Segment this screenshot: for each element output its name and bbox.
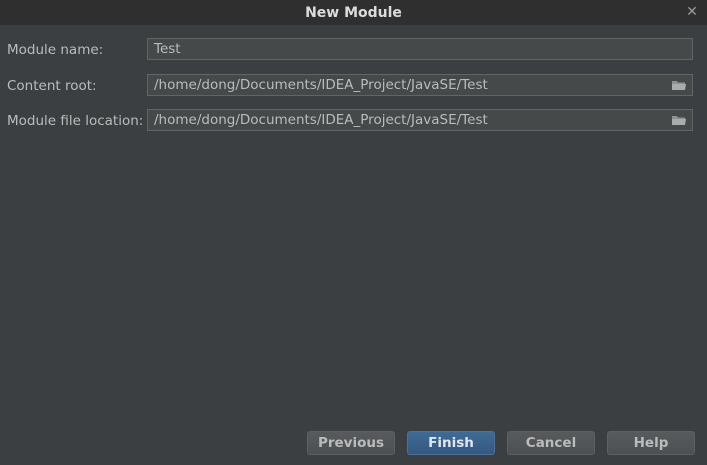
content-root-value: /home/dong/Documents/IDEA_Project/JavaSE…: [154, 77, 488, 93]
previous-button[interactable]: Previous: [307, 431, 395, 455]
content-root-input[interactable]: /home/dong/Documents/IDEA_Project/JavaSE…: [147, 74, 693, 96]
finish-button[interactable]: Finish: [407, 431, 495, 455]
module-file-location-value: /home/dong/Documents/IDEA_Project/JavaSE…: [154, 112, 488, 128]
content-root-label: Content root:: [7, 78, 97, 94]
module-file-location-label: Module file location:: [7, 113, 144, 129]
module-name-input[interactable]: Test: [147, 38, 693, 60]
new-module-dialog: New Module ✕ Module name: Test Content r…: [0, 0, 707, 465]
module-name-label: Module name:: [7, 42, 104, 58]
cancel-button[interactable]: Cancel: [507, 431, 595, 455]
folder-icon[interactable]: [671, 113, 687, 127]
help-button[interactable]: Help: [607, 431, 695, 455]
module-file-location-row: Module file location: /home/dong/Documen…: [0, 109, 707, 133]
module-name-value: Test: [154, 41, 181, 57]
folder-icon[interactable]: [671, 78, 687, 92]
module-name-row: Module name: Test: [0, 38, 707, 62]
dialog-title: New Module: [305, 4, 402, 21]
content-root-row: Content root: /home/dong/Documents/IDEA_…: [0, 74, 707, 98]
module-file-location-input[interactable]: /home/dong/Documents/IDEA_Project/JavaSE…: [147, 109, 693, 131]
close-icon[interactable]: ✕: [684, 4, 700, 20]
title-bar[interactable]: New Module ✕: [0, 0, 707, 25]
